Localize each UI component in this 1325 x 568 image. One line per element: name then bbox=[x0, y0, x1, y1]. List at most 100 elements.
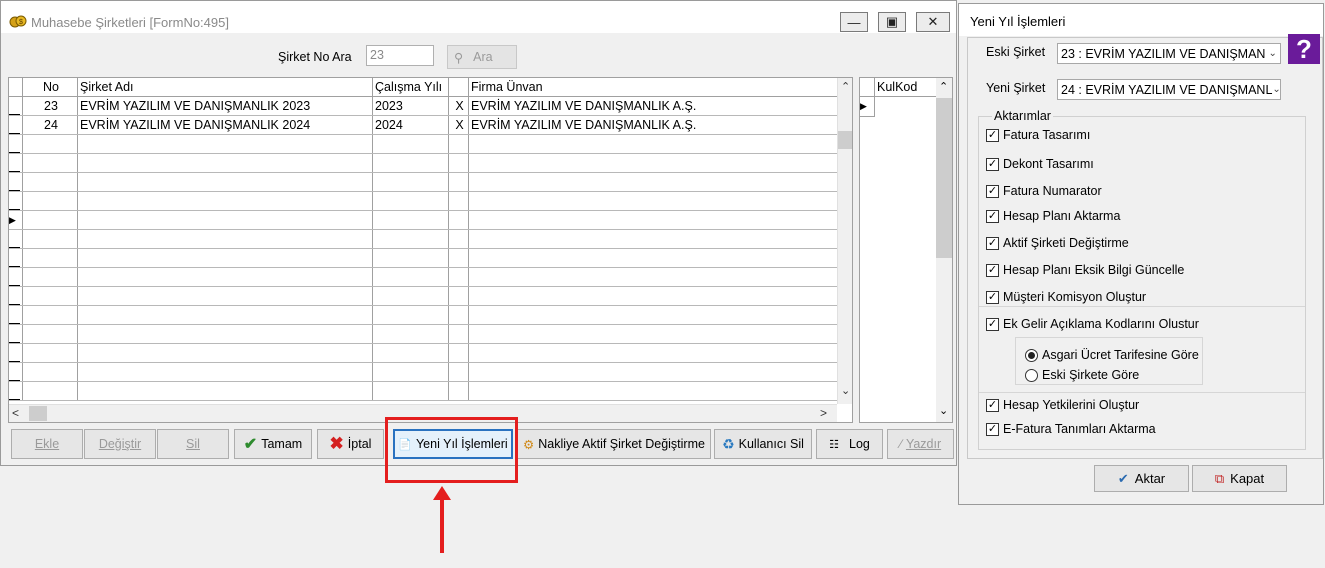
table-cell[interactable] bbox=[23, 268, 78, 286]
empty-row[interactable] bbox=[9, 344, 839, 363]
log-button[interactable]: ☷ Log bbox=[816, 429, 883, 459]
table-cell[interactable] bbox=[469, 211, 835, 229]
minimize-button[interactable]: — bbox=[840, 12, 868, 32]
grid2-scroll-thumb[interactable] bbox=[936, 98, 952, 258]
table-cell[interactable] bbox=[23, 382, 78, 400]
table-cell[interactable] bbox=[469, 344, 835, 362]
scroll-left-icon[interactable]: < bbox=[12, 406, 19, 420]
table-cell[interactable] bbox=[23, 135, 78, 153]
table-cell[interactable] bbox=[78, 230, 373, 248]
row-indicator[interactable] bbox=[9, 192, 23, 210]
company-grid[interactable]: No Şirket Adı Çalışma Yılı Firma Ünvan 2… bbox=[8, 77, 853, 423]
aktar-button[interactable]: ✔ Aktar bbox=[1094, 465, 1189, 492]
table-cell[interactable]: 2023 bbox=[373, 97, 449, 115]
table-cell[interactable] bbox=[78, 325, 373, 343]
grid2-scroll-down-icon[interactable]: ⌄ bbox=[939, 404, 948, 417]
table-cell[interactable] bbox=[469, 325, 835, 343]
grid2-scroll-up-icon[interactable]: ⌃ bbox=[939, 80, 948, 93]
table-cell[interactable] bbox=[373, 154, 449, 172]
col-calisma-yili[interactable]: Çalışma Yılı bbox=[373, 78, 449, 96]
checkbox-item[interactable]: ✓ Fatura Numarator bbox=[986, 184, 1102, 198]
kapat-button[interactable]: ⧉ Kapat bbox=[1192, 465, 1287, 492]
table-cell[interactable] bbox=[23, 211, 78, 229]
table-cell[interactable] bbox=[449, 382, 469, 400]
table-cell[interactable]: X bbox=[449, 116, 469, 134]
vertical-scrollbar[interactable]: ⌃ ⌄ bbox=[837, 78, 852, 404]
checkbox-item[interactable]: ✓ Aktif Şirketi Değiştirme bbox=[986, 236, 1129, 250]
yazdir-button[interactable]: ∕ Yazdır bbox=[887, 429, 954, 459]
row-indicator[interactable] bbox=[9, 363, 23, 381]
table-cell[interactable] bbox=[23, 230, 78, 248]
table-cell[interactable] bbox=[23, 192, 78, 210]
checkbox-item[interactable]: ✓ Müşteri Komisyon Oluştur bbox=[986, 290, 1146, 304]
table-cell[interactable] bbox=[469, 154, 835, 172]
empty-row[interactable] bbox=[9, 173, 839, 192]
table-cell[interactable]: EVRİM YAZILIM VE DANIŞMANLIK 2024 bbox=[78, 116, 373, 134]
table-cell[interactable] bbox=[469, 306, 835, 324]
col-sirket-adi[interactable]: Şirket Adı bbox=[78, 78, 373, 96]
table-cell[interactable] bbox=[469, 135, 835, 153]
table-cell[interactable] bbox=[449, 154, 469, 172]
nakliye-button[interactable]: ⚙ Nakliye Aktif Şirket Değiştirme bbox=[517, 429, 711, 459]
search-button[interactable]: ⚲ Ara bbox=[447, 45, 517, 69]
table-cell[interactable] bbox=[373, 135, 449, 153]
table-cell[interactable] bbox=[23, 363, 78, 381]
table-cell[interactable] bbox=[23, 173, 78, 191]
scroll-down-icon[interactable]: ⌄ bbox=[841, 384, 850, 397]
kullanici-sil-button[interactable]: ♻ Kullanıcı Sil bbox=[714, 429, 812, 459]
table-cell[interactable] bbox=[78, 363, 373, 381]
empty-row[interactable]: ▶ bbox=[9, 211, 839, 230]
table-cell[interactable] bbox=[449, 211, 469, 229]
eski-sirket-select[interactable]: 23 : EVRİM YAZILIM VE DANIŞMAN ⌄ bbox=[1057, 43, 1281, 64]
table-cell[interactable] bbox=[373, 192, 449, 210]
search-input[interactable]: 23 bbox=[366, 45, 434, 66]
table-cell[interactable] bbox=[469, 287, 835, 305]
table-cell[interactable] bbox=[373, 211, 449, 229]
table-cell[interactable] bbox=[78, 306, 373, 324]
yeni-sirket-select[interactable]: 24 : EVRİM YAZILIM VE DANIŞMANL ⌄ bbox=[1057, 79, 1281, 100]
table-cell[interactable] bbox=[23, 154, 78, 172]
table-cell[interactable]: 24 bbox=[23, 116, 78, 134]
table-cell[interactable]: 2024 bbox=[373, 116, 449, 134]
row-indicator[interactable] bbox=[9, 249, 23, 267]
col-no[interactable]: No bbox=[23, 78, 78, 96]
table-cell[interactable] bbox=[449, 268, 469, 286]
table-cell[interactable] bbox=[78, 211, 373, 229]
radio-asgari-ucret[interactable]: Asgari Ücret Tarifesine Göre bbox=[1025, 348, 1199, 362]
table-cell[interactable] bbox=[449, 306, 469, 324]
table-cell[interactable] bbox=[449, 230, 469, 248]
empty-row[interactable] bbox=[9, 306, 839, 325]
empty-row[interactable] bbox=[9, 382, 839, 401]
row-indicator[interactable] bbox=[9, 230, 23, 248]
table-cell[interactable] bbox=[23, 306, 78, 324]
col-kulkod[interactable]: KulKod bbox=[877, 80, 917, 94]
table-cell[interactable] bbox=[373, 363, 449, 381]
sil-button[interactable]: Sil bbox=[157, 429, 229, 459]
table-cell[interactable] bbox=[78, 344, 373, 362]
table-cell[interactable] bbox=[469, 363, 835, 381]
empty-row[interactable] bbox=[9, 268, 839, 287]
radio-eski-sirket[interactable]: Eski Şirkete Göre bbox=[1025, 368, 1139, 382]
table-row[interactable]: 24 EVRİM YAZILIM VE DANIŞMANLIK 2024 2024 X… bbox=[9, 116, 839, 135]
table-cell[interactable] bbox=[23, 249, 78, 267]
col-flag[interactable] bbox=[449, 78, 469, 96]
table-cell[interactable] bbox=[469, 382, 835, 400]
empty-row[interactable] bbox=[9, 287, 839, 306]
scroll-right-icon[interactable]: > bbox=[820, 406, 827, 420]
table-cell[interactable] bbox=[449, 135, 469, 153]
table-cell[interactable] bbox=[78, 192, 373, 210]
row-indicator[interactable] bbox=[9, 97, 23, 115]
table-cell[interactable] bbox=[469, 230, 835, 248]
maximize-button[interactable]: ▣ bbox=[878, 12, 906, 32]
checkbox-item[interactable]: ✓ Hesap Yetkilerini Oluştur bbox=[986, 398, 1139, 412]
table-cell[interactable] bbox=[373, 268, 449, 286]
table-cell[interactable] bbox=[78, 173, 373, 191]
table-cell[interactable] bbox=[373, 306, 449, 324]
table-cell[interactable] bbox=[373, 344, 449, 362]
table-cell[interactable]: EVRİM YAZILIM VE DANIŞMANLIK A.Ş. bbox=[469, 116, 835, 134]
table-row[interactable]: 23 EVRİM YAZILIM VE DANIŞMANLIK 2023 2023 X… bbox=[9, 97, 839, 116]
empty-row[interactable] bbox=[9, 325, 839, 344]
empty-row[interactable] bbox=[9, 249, 839, 268]
checkbox-item[interactable]: ✓ Hesap Planı Eksik Bilgi Güncelle bbox=[986, 263, 1184, 277]
row-indicator[interactable] bbox=[9, 116, 23, 134]
